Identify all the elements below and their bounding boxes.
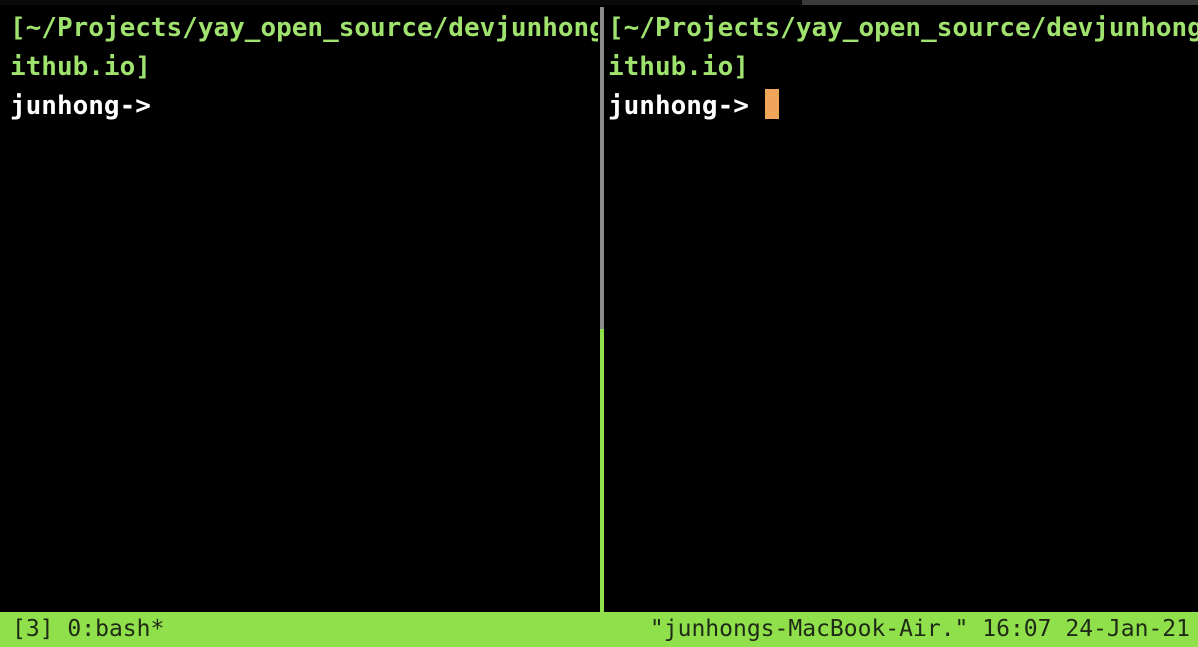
pane-divider-active-segment[interactable] — [600, 329, 604, 612]
tmux-pane-left[interactable]: [~/Projects/yay_open_source/devjunhong.g… — [10, 9, 598, 609]
pane-left-path-line-2: ithub.io] — [10, 52, 151, 82]
tmux-pane-right[interactable]: [~/Projects/yay_open_source/devjunhong.g… — [608, 9, 1198, 609]
pane-divider-inactive-segment[interactable] — [600, 7, 604, 329]
pane-left-path-line-1: [~/Projects/yay_open_source/devjunhong.g — [10, 13, 598, 43]
status-left: [3] 0:bash* — [12, 612, 164, 647]
pane-right-prompt-line[interactable]: junhong-> — [608, 87, 1198, 126]
pane-left-prompt: junhong-> — [10, 91, 151, 121]
pane-right-path-line-2: ithub.io] — [608, 52, 749, 82]
window-top-edge-right — [802, 0, 1198, 5]
pane-right-prompt: junhong-> — [608, 91, 765, 121]
host-name: "junhongs-MacBook-Air." — [649, 616, 969, 642]
session-index: [3] — [12, 616, 54, 642]
clock-time: 16:07 — [982, 616, 1052, 642]
terminal-window[interactable]: [~/Projects/yay_open_source/devjunhong.g… — [0, 0, 1198, 647]
clock-date: 24-Jan-21 — [1065, 616, 1190, 642]
status-right: "junhongs-MacBook-Air." 16:07 24-Jan-21 — [650, 612, 1190, 647]
window-tab-bash[interactable]: 0:bash* — [67, 616, 164, 642]
window-top-edge — [0, 0, 1198, 5]
terminal-cursor — [764, 89, 779, 119]
pane-right-path-line-1: [~/Projects/yay_open_source/devjunhong.g — [608, 13, 1198, 43]
tmux-status-bar: [3] 0:bash* "junhongs-MacBook-Air." 16:0… — [0, 612, 1198, 647]
